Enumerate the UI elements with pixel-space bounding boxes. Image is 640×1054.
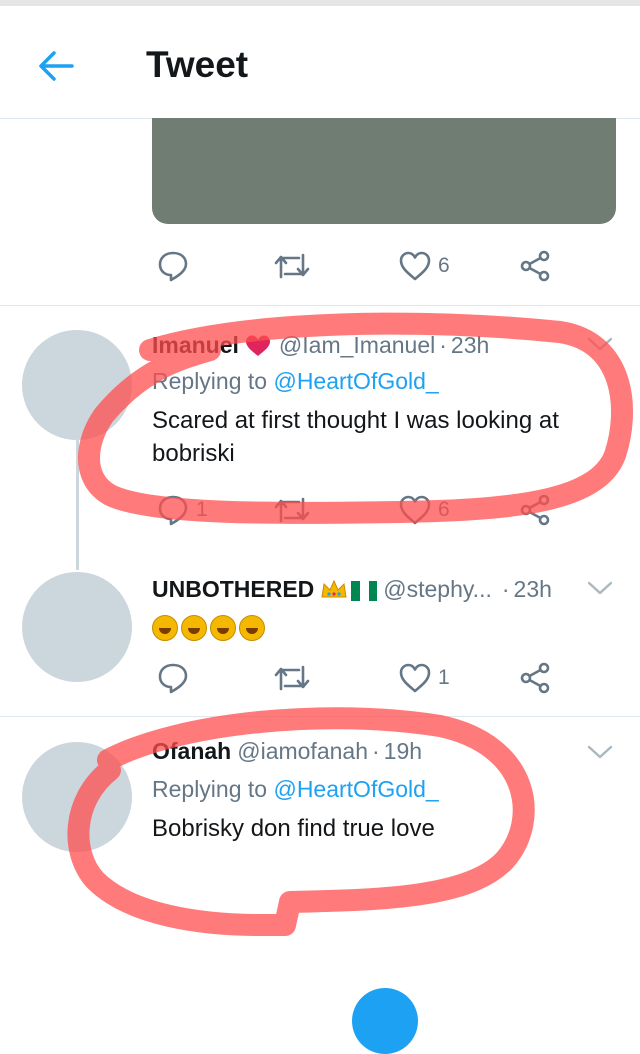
- separator-dot: ·: [372, 738, 380, 764]
- like-count: 1: [438, 666, 450, 689]
- reply-icon: [158, 663, 188, 694]
- tweet-actions: 1 6: [152, 490, 572, 530]
- replying-to-handle-link[interactable]: @HeartOfGold_: [273, 368, 438, 394]
- share-icon: [520, 250, 550, 282]
- separator-dot: ·: [501, 576, 510, 602]
- heart-icon: [399, 495, 431, 525]
- tweet-header: Ofanah @iamofanah · 19h: [152, 738, 422, 765]
- replying-to-handle-link[interactable]: @HeartOfGold_: [273, 776, 438, 802]
- thread-connector-line: [76, 440, 79, 570]
- retweet-icon: [274, 253, 310, 279]
- retweet-button[interactable]: [272, 246, 312, 286]
- like-count: 6: [438, 498, 450, 521]
- page-title: Tweet: [146, 44, 249, 85]
- like-button[interactable]: 6: [398, 246, 450, 286]
- reply-count: 1: [196, 498, 208, 521]
- replying-to: Replying to @HeartOfGold_: [152, 368, 439, 395]
- reply-icon: [158, 251, 188, 282]
- retweet-icon: [274, 665, 310, 691]
- tweet-time: 19h: [383, 738, 423, 764]
- tweet-time: 23h: [450, 332, 490, 358]
- replying-to: Replying to @HeartOfGold_: [152, 776, 439, 803]
- app-header: Tweet: [0, 6, 640, 119]
- tweet-text: Bobrisky don find true love: [152, 815, 435, 842]
- back-arrow-icon[interactable]: [36, 48, 76, 84]
- user-name[interactable]: UNBOTHERED: [152, 576, 314, 603]
- chevron-down-icon[interactable]: [586, 578, 614, 598]
- tweet-text: Scared at first thought I was looking at…: [152, 407, 559, 467]
- user-handle[interactable]: @stephy...: [383, 576, 492, 603]
- tweet-text-emoji: [152, 610, 592, 643]
- heart-icon: [399, 251, 431, 281]
- like-button[interactable]: 6: [398, 490, 450, 530]
- retweet-button[interactable]: [272, 490, 312, 530]
- share-button[interactable]: [518, 658, 552, 698]
- replying-to-label: Replying to: [152, 776, 268, 802]
- divider: [0, 305, 640, 306]
- reply-icon: [158, 495, 188, 526]
- tweet-media-image[interactable]: [152, 118, 616, 224]
- tweet-actions: 1: [152, 658, 572, 698]
- laughing-emoji: [181, 614, 207, 641]
- reply-button[interactable]: 1: [156, 490, 208, 530]
- avatar[interactable]: [22, 742, 132, 852]
- retweet-button[interactable]: [272, 658, 312, 698]
- heart-icon: [399, 663, 431, 693]
- crown-emoji: [321, 579, 347, 597]
- user-name[interactable]: Imanuel: [152, 332, 239, 359]
- replying-to-label: Replying to: [152, 368, 268, 394]
- laughing-emoji: [239, 614, 265, 641]
- share-button[interactable]: [518, 246, 552, 286]
- red-heart-emoji: [245, 335, 270, 356]
- separator-dot: ·: [439, 332, 447, 358]
- user-name[interactable]: Ofanah: [152, 738, 231, 765]
- nigeria-flag-emoji: [351, 580, 378, 601]
- tweet-actions: 6: [152, 246, 572, 286]
- like-button[interactable]: 1: [398, 658, 450, 698]
- avatar[interactable]: [22, 330, 132, 440]
- share-icon: [520, 494, 550, 526]
- share-button[interactable]: [518, 490, 552, 530]
- user-handle[interactable]: @iamofanah: [237, 738, 368, 765]
- chevron-down-icon[interactable]: [586, 334, 614, 354]
- share-icon: [520, 662, 550, 694]
- like-count: 6: [438, 254, 450, 277]
- avatar[interactable]: [22, 572, 132, 682]
- laughing-emoji: [210, 614, 236, 641]
- reply-button[interactable]: [156, 658, 190, 698]
- tweet-header: UNBOTHERED @stephy... · 23h: [152, 576, 552, 603]
- retweet-icon: [274, 497, 310, 523]
- divider: [0, 716, 640, 717]
- reply-button[interactable]: [156, 246, 190, 286]
- tweet-header: Imanuel @Iam_Imanuel · 23h: [152, 332, 489, 359]
- compose-tweet-button[interactable]: [352, 988, 418, 1054]
- tweet-time: 23h: [513, 576, 552, 602]
- laughing-emoji: [152, 614, 178, 641]
- user-handle[interactable]: @Iam_Imanuel: [279, 332, 435, 359]
- chevron-down-icon[interactable]: [586, 742, 614, 762]
